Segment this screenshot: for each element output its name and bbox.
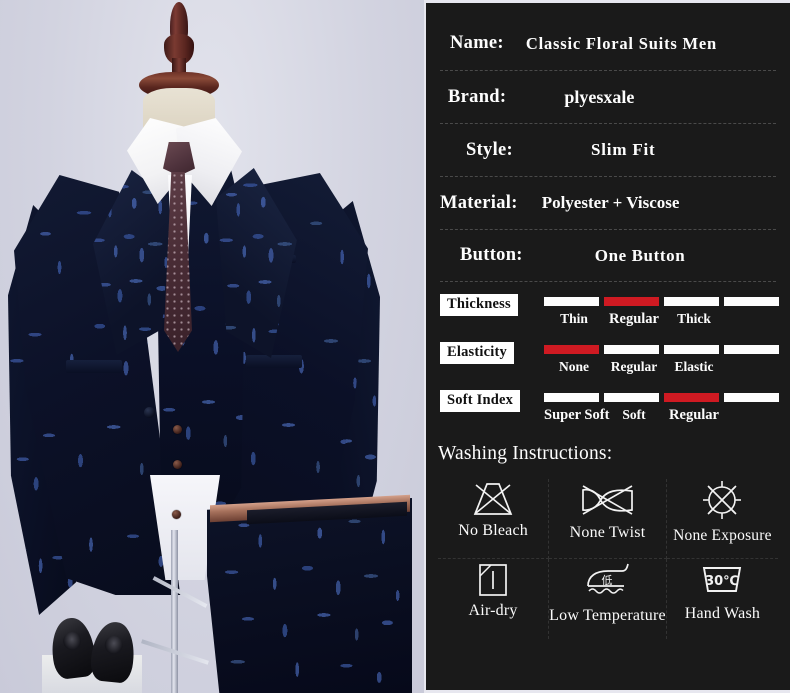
washing-caption: Hand Wash — [684, 605, 761, 622]
rating-segment — [604, 393, 659, 402]
washing-item-low-temperature: 低 Low Temperature — [549, 559, 667, 639]
washing-item-no-bleach: No Bleach — [438, 479, 550, 559]
mannequin-stand-pole — [171, 530, 178, 693]
spec-key-style: Style: — [466, 139, 514, 160]
washing-instructions-title: Washing Instructions: — [438, 443, 613, 464]
product-detail-graphic: Name: Classic Floral Suits Men Brand: pl… — [0, 0, 790, 693]
rating-option: Elastic — [674, 359, 714, 374]
rating-bars-thickness — [544, 297, 784, 306]
rating-row-elasticity: Elasticity None Regular Elastic — [440, 337, 780, 385]
vest-button-3 — [172, 510, 181, 519]
rating-segment — [664, 297, 719, 306]
spec-row-button: Button: One Button — [440, 229, 776, 282]
spec-value-style: Slim Fit — [591, 140, 656, 159]
low-temp-glyph: 低 — [601, 574, 612, 587]
rating-option: Thick — [677, 311, 711, 326]
washing-caption: No Bleach — [458, 522, 528, 539]
rating-option: None — [559, 359, 589, 374]
specification-table: Name: Classic Floral Suits Men Brand: pl… — [426, 3, 790, 282]
rating-segment-selected — [544, 345, 599, 354]
spec-row-material: Material: Polyester + Viscose — [440, 176, 776, 229]
rating-option: Super Soft — [544, 407, 610, 423]
rating-bars-soft-index — [544, 393, 784, 402]
spec-key-name: Name: — [450, 33, 504, 53]
rating-row-soft-index: Soft Index Super Soft Soft Regular — [440, 385, 780, 433]
rating-label-thickness: Thickness — [440, 294, 518, 317]
specification-panel: Name: Classic Floral Suits Men Brand: pl… — [424, 0, 790, 693]
washing-item-none-twist: None Twist — [549, 479, 667, 559]
spec-row-style: Style: Slim Fit — [440, 123, 776, 176]
spec-value-name: Classic Floral Suits Men — [525, 33, 717, 53]
shoe-lace-detail — [62, 631, 83, 652]
rating-segment — [544, 393, 599, 402]
rating-segment — [604, 345, 659, 354]
washing-item-none-exposure: None Exposure — [666, 479, 778, 559]
spec-value-material: Polyester + Viscose — [541, 193, 680, 212]
spec-value-brand: plyesxale — [564, 86, 635, 107]
spec-key-button: Button: — [460, 245, 523, 265]
washing-item-hand-wash: 30℃ Hand Wash — [667, 559, 778, 639]
rating-label-elasticity: Elasticity — [440, 342, 514, 365]
shoe-lace-detail — [103, 635, 124, 655]
rating-option: Thin — [560, 311, 588, 326]
hand-wash-temperature: 30℃ — [705, 574, 739, 589]
washing-item-air-dry: Air-dry — [438, 559, 550, 639]
spec-value-button: One Button — [594, 245, 686, 265]
rating-options-soft-index: Super Soft Soft Regular — [544, 407, 790, 424]
drip-dry-icon — [476, 559, 510, 601]
no-bleach-icon — [471, 479, 515, 521]
vest-button-2 — [173, 460, 182, 469]
washing-caption: Low Temperature — [549, 607, 666, 624]
rating-option: Regular — [610, 359, 658, 374]
rating-segment-selected — [604, 297, 659, 306]
rating-bars-elasticity — [544, 345, 784, 354]
suit-trousers — [207, 498, 412, 693]
rating-option: Soft — [622, 407, 646, 422]
rating-label-soft-index: Soft Index — [440, 390, 521, 413]
rating-segment — [664, 345, 719, 354]
no-wring-icon — [580, 479, 636, 521]
spec-row-brand: Brand: plyesxale — [440, 70, 776, 123]
rating-segment-selected — [664, 393, 719, 402]
rating-row-thickness: Thickness Thin Regular Thick — [440, 289, 780, 337]
rating-options-thickness: Thin Regular Thick — [544, 311, 790, 328]
rating-segment — [724, 345, 779, 354]
jacket-pocket-left — [66, 360, 122, 373]
product-photo — [0, 0, 424, 693]
spec-key-brand: Brand: — [448, 86, 507, 107]
rating-segment — [544, 297, 599, 306]
floral-pattern — [207, 498, 412, 693]
washing-instructions-grid: No Bleach None Twist None Exposure Air-d… — [438, 479, 778, 639]
washing-caption: None Exposure — [673, 527, 772, 544]
rating-scales: Thickness Thin Regular Thick Elasticity — [426, 289, 790, 433]
hand-wash-icon: 30℃ — [699, 559, 745, 601]
rating-option: Regular — [669, 407, 719, 423]
low-temperature-iron-icon: 低 — [582, 559, 634, 601]
rating-segment — [724, 393, 779, 402]
no-sun-exposure-icon — [699, 479, 745, 521]
washing-caption: None Twist — [569, 524, 646, 541]
jacket-button — [144, 407, 155, 418]
rating-option: Regular — [609, 311, 659, 327]
rating-segment — [724, 297, 779, 306]
vest-button-1 — [173, 425, 182, 434]
spec-row-name: Name: Classic Floral Suits Men — [440, 17, 776, 70]
rating-options-elasticity: None Regular Elastic — [544, 359, 790, 375]
spec-key-material: Material: — [440, 192, 518, 213]
washing-caption: Air-dry — [468, 602, 518, 619]
jacket-pocket-right — [246, 355, 302, 368]
